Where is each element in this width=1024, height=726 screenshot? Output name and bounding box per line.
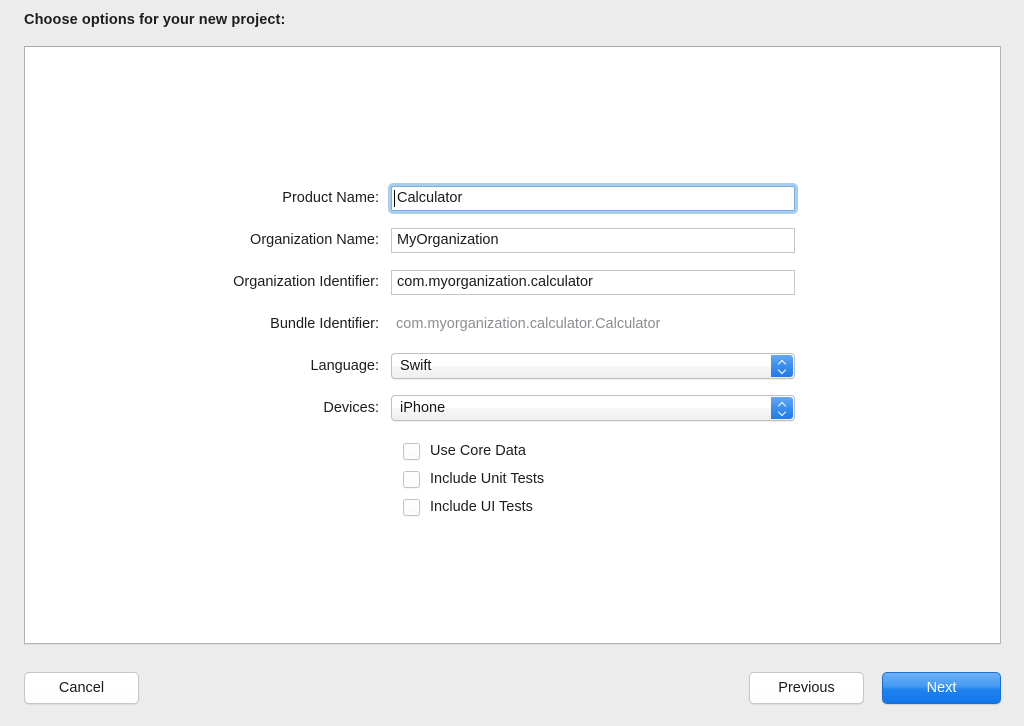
bundle-identifier-value: com.myorganization.calculator.Calculator bbox=[396, 316, 661, 332]
form-row-product-name: Product Name: bbox=[25, 177, 1002, 219]
control-organization-name bbox=[391, 227, 795, 253]
product-name-input[interactable] bbox=[391, 185, 795, 211]
text-caret bbox=[394, 189, 395, 207]
checkbox-label-use-core-data: Use Core Data bbox=[430, 443, 526, 459]
checkbox-use-core-data[interactable] bbox=[403, 442, 420, 460]
checkbox-include-ui-tests[interactable] bbox=[403, 498, 420, 516]
devices-popup-button[interactable]: iPhone bbox=[391, 395, 795, 421]
control-language: Swift bbox=[391, 353, 795, 379]
control-organization-identifier bbox=[391, 269, 795, 295]
control-bundle-identifier: com.myorganization.calculator.Calculator bbox=[391, 316, 660, 332]
options-panel: Product Name: Organization Name: Organiz… bbox=[24, 46, 1001, 644]
organization-name-input[interactable] bbox=[391, 227, 795, 253]
control-product-name bbox=[388, 182, 798, 214]
checkbox-label-include-ui-tests: Include UI Tests bbox=[430, 499, 533, 515]
label-organization-name: Organization Name: bbox=[250, 232, 379, 248]
organization-identifier-input[interactable] bbox=[391, 269, 795, 295]
form-row-organization-identifier: Organization Identifier: bbox=[25, 261, 1002, 303]
project-options-form: Product Name: Organization Name: Organiz… bbox=[25, 177, 1002, 521]
checkbox-row-use-core-data[interactable]: Use Core Data bbox=[25, 437, 1002, 465]
form-row-language: Language: Swift bbox=[25, 345, 1002, 387]
checkbox-label-include-unit-tests: Include Unit Tests bbox=[430, 471, 545, 487]
checkbox-include-unit-tests[interactable] bbox=[403, 470, 420, 488]
checkbox-group: Use Core Data Include Unit Tests Include… bbox=[25, 437, 1002, 521]
checkbox-row-include-ui-tests[interactable]: Include UI Tests bbox=[25, 493, 1002, 521]
next-button[interactable]: Next bbox=[882, 672, 1001, 704]
language-selected-value: Swift bbox=[400, 358, 432, 374]
chevron-down-icon bbox=[778, 409, 787, 414]
form-row-bundle-identifier: Bundle Identifier: com.myorganization.ca… bbox=[25, 303, 1002, 345]
chevron-updown-icon[interactable] bbox=[771, 355, 793, 377]
checkbox-row-include-unit-tests[interactable]: Include Unit Tests bbox=[25, 465, 1002, 493]
form-row-organization-name: Organization Name: bbox=[25, 219, 1002, 261]
language-popup-button[interactable]: Swift bbox=[391, 353, 795, 379]
label-organization-identifier: Organization Identifier: bbox=[233, 274, 379, 290]
label-devices: Devices: bbox=[323, 400, 379, 416]
label-language: Language: bbox=[310, 358, 379, 374]
chevron-up-icon bbox=[778, 360, 787, 365]
previous-button[interactable]: Previous bbox=[749, 672, 864, 704]
label-product-name: Product Name: bbox=[282, 190, 379, 206]
page-title: Choose options for your new project: bbox=[24, 12, 286, 28]
control-devices: iPhone bbox=[391, 395, 795, 421]
product-name-focus-ring bbox=[388, 182, 798, 214]
form-row-devices: Devices: iPhone bbox=[25, 387, 1002, 429]
cancel-button[interactable]: Cancel bbox=[24, 672, 139, 704]
chevron-down-icon bbox=[778, 367, 787, 372]
label-bundle-identifier: Bundle Identifier: bbox=[270, 316, 379, 332]
devices-selected-value: iPhone bbox=[400, 400, 446, 416]
chevron-up-icon bbox=[778, 402, 787, 407]
chevron-updown-icon[interactable] bbox=[771, 397, 793, 419]
